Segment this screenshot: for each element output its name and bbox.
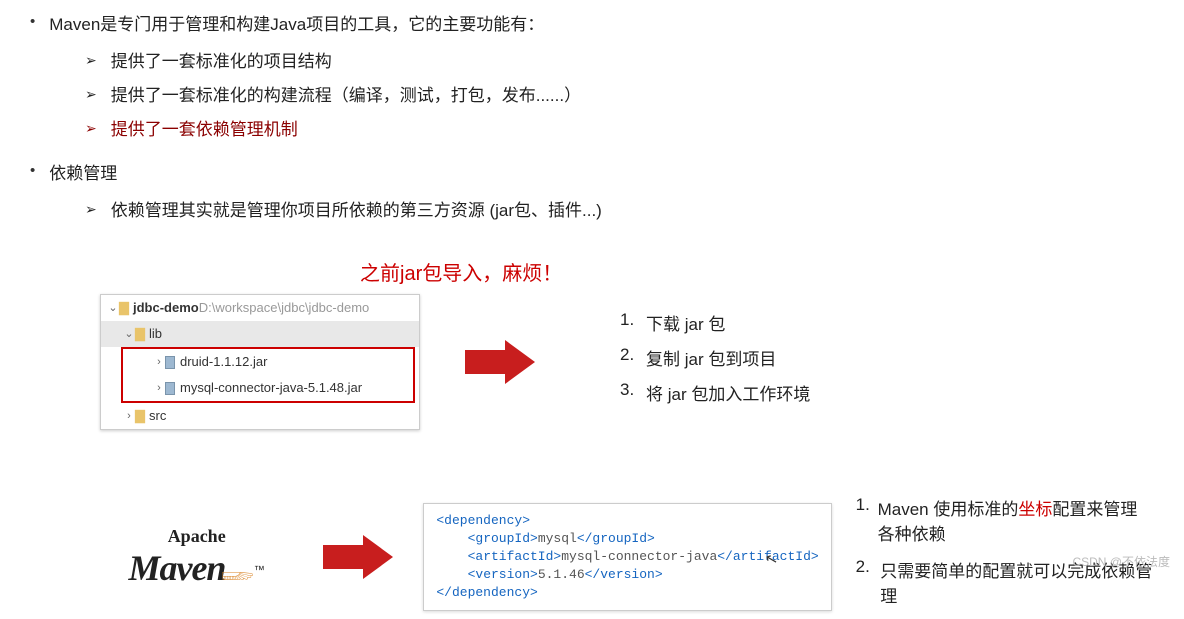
maven-logo-text: Maven — [128, 548, 225, 588]
arrow-marker: ➢ — [85, 196, 97, 222]
intro-heading: Maven是专门用于管理和构建Java项目的工具，它的主要功能有： — [49, 10, 544, 35]
step-num: 2. — [620, 345, 646, 370]
benefit-num: 1. — [856, 495, 878, 545]
intro-item-1: 提供了一套标准化的项目结构 — [111, 47, 332, 73]
caret-down-icon: ⌄ — [123, 324, 135, 344]
watermark: CSDN @不依法度 — [1072, 553, 1170, 570]
arrow-marker: ➢ — [85, 47, 97, 73]
benefit-1: Maven 使用标准的坐标配置来管理各种依赖 — [878, 495, 1154, 545]
dep-desc: 依赖管理其实就是管理你项目所依赖的第三方资源 (jar包、插件...) — [111, 196, 602, 222]
maven-logo: Apache Maven𓆃™ — [125, 526, 268, 589]
arrow-right-icon — [323, 535, 393, 579]
jar-file-icon — [165, 382, 175, 395]
folder-icon: ▇ — [119, 298, 129, 318]
maven-logo-apache: Apache — [125, 526, 268, 547]
intro-item-3: 提供了一套依赖管理机制 — [111, 115, 298, 141]
folder-icon: ▇ — [135, 406, 145, 426]
arrow-marker: ➢ — [85, 115, 97, 141]
step-1: 下载 jar 包 — [646, 310, 725, 335]
src-folder: src — [149, 406, 166, 426]
jar-file-icon — [165, 356, 175, 369]
manual-steps-list: 1.下载 jar 包 2.复制 jar 包到项目 3.将 jar 包加入工作环境 — [620, 310, 810, 415]
project-path: D:\workspace\jdbc\jdbc-demo — [199, 298, 370, 318]
project-name: jdbc-demo — [133, 298, 199, 318]
lib-folder: lib — [149, 324, 162, 344]
bullet-dot: • — [30, 159, 35, 184]
caret-right-icon: › — [153, 378, 165, 398]
step-num: 1. — [620, 310, 646, 335]
jar-import-title: 之前jar包导入，麻烦！ — [360, 257, 1154, 286]
file-tree: ⌄ ▇ jdbc-demo D:\workspace\jdbc\jdbc-dem… — [100, 294, 420, 430]
benefit-num: 2. — [856, 557, 881, 607]
bullet-dot: • — [30, 10, 35, 35]
step-3: 将 jar 包加入工作环境 — [646, 380, 810, 405]
step-2: 复制 jar 包到项目 — [646, 345, 776, 370]
jar-highlight-box: › druid-1.1.12.jar › mysql-connector-jav… — [121, 347, 415, 403]
caret-right-icon: › — [153, 352, 165, 372]
intro-item-2: 提供了一套标准化的构建流程（编译，测试，打包，发布......） — [111, 81, 581, 107]
arrow-marker: ➢ — [85, 81, 97, 107]
step-num: 3. — [620, 380, 646, 405]
jar-file-1: druid-1.1.12.jar — [180, 352, 267, 372]
caret-down-icon: ⌄ — [107, 298, 119, 318]
arrow-right-icon — [465, 340, 535, 384]
maven-logo-tm: ™ — [254, 564, 265, 576]
dep-heading: 依赖管理 — [49, 159, 117, 184]
jar-file-2: mysql-connector-java-5.1.48.jar — [180, 378, 362, 398]
feather-icon: 𓆃 — [221, 563, 253, 585]
folder-icon: ▇ — [135, 324, 145, 344]
caret-right-icon: › — [123, 406, 135, 426]
